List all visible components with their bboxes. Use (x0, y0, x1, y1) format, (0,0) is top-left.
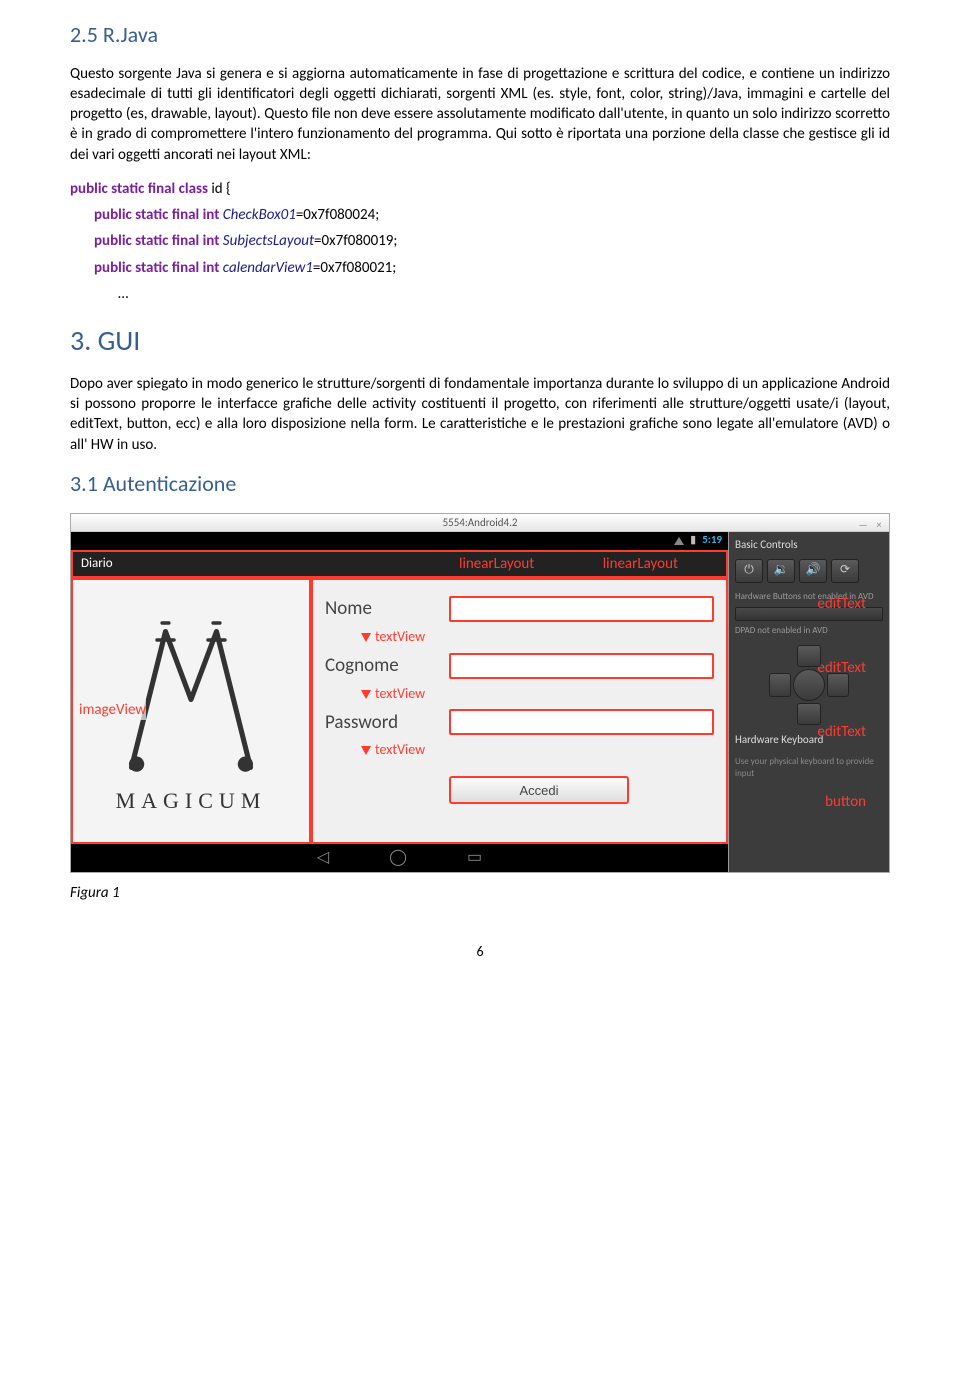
power-icon[interactable]: ⏻ (735, 559, 763, 583)
window-title: 5554:Android4.2 (443, 516, 518, 529)
nome-label: Nome (325, 596, 435, 622)
code-text: =0x7f080024; (296, 206, 379, 224)
dpad-down-button[interactable] (797, 703, 821, 725)
battery-icon: ▮ (690, 533, 696, 548)
window-titlebar: 5554:Android4.2 — × (71, 514, 889, 532)
code-var: SubjectsLayout (223, 232, 314, 250)
emulator-window: 5554:Android4.2 — × ▮ 5:19 Diario linear… (70, 513, 890, 873)
recent-icon[interactable]: ▭ (467, 847, 482, 869)
close-icon[interactable]: × (873, 516, 885, 528)
app-title: Diario (81, 555, 113, 573)
code-var: calendarView1 (223, 259, 313, 277)
textview-annotation-1: textView (361, 628, 714, 647)
code-text: =0x7f080021; (313, 259, 396, 277)
keyword: public static final int (94, 206, 223, 224)
dpad-control (769, 645, 849, 725)
code-ellipsis: … (118, 284, 890, 304)
cognome-input[interactable] (449, 653, 714, 679)
rotate-icon[interactable]: ⟳ (831, 559, 859, 583)
signal-icon (674, 537, 684, 545)
linearlayout-annotation-1: linearLayout (603, 554, 678, 574)
nome-input[interactable] (449, 596, 714, 622)
pencils-logo-icon (106, 606, 276, 776)
dpad-center-button[interactable] (793, 669, 825, 701)
emulator-figure: 5554:Android4.2 — × ▮ 5:19 Diario linear… (70, 513, 890, 873)
section-3-title: 3. GUI (70, 322, 890, 360)
cognome-label: Cognome (325, 653, 435, 679)
content-area: imageView MAGICUM (71, 578, 728, 844)
app-actionbar: Diario linearLayout (71, 550, 728, 578)
android-statusbar: ▮ 5:19 (71, 532, 728, 550)
dpad-up-button[interactable] (797, 645, 821, 667)
android-screen: ▮ 5:19 Diario linearLayout imageView (71, 532, 729, 872)
password-input[interactable] (449, 709, 714, 735)
keyword: public static final class (70, 180, 211, 198)
android-navbar: ◁ ◯ ▭ (71, 844, 728, 872)
figure-caption: Figura 1 (70, 883, 890, 903)
keyword: public static final int (94, 232, 223, 250)
textview-annotation-3: textView (361, 741, 714, 760)
code-var: CheckBox01 (223, 206, 296, 224)
emulator-sidepanel: Basic Controls ⏻ 🔉 🔊 ⟳ Hardware Buttons … (729, 532, 889, 872)
section-2-5-paragraph: Questo sorgente Java si genera e si aggi… (70, 64, 890, 165)
code-line-3: public static final int SubjectsLayout=0… (94, 231, 890, 251)
arrow-down-icon (361, 746, 371, 755)
section-2-5-title: 2.5 R.Java (70, 20, 890, 50)
arrow-down-icon (361, 633, 371, 642)
code-text: =0x7f080019; (314, 232, 397, 250)
dpad-note: DPAD not enabled in AVD (735, 625, 883, 637)
basic-controls-title: Basic Controls (735, 538, 883, 553)
section-3-1-title: 3.1 Autenticazione (70, 469, 890, 499)
dpad-right-button[interactable] (827, 673, 849, 697)
dpad-left-button[interactable] (769, 673, 791, 697)
volume-down-icon[interactable]: 🔉 (767, 559, 795, 583)
keyword: public static final int (94, 259, 223, 277)
code-line-4: public static final int calendarView1=0x… (94, 258, 890, 278)
edittext-annotation-1: editText (817, 594, 866, 614)
imageview-container: imageView MAGICUM (71, 578, 311, 844)
linearlayout-annotation-2: linearLayout (459, 554, 534, 574)
code-text: id { (211, 180, 230, 198)
arrow-down-icon (361, 690, 371, 699)
textview-annotation-2: textView (361, 685, 714, 704)
button-annotation: button (825, 792, 866, 812)
magicum-text: MAGICUM (116, 786, 267, 816)
hw-keyboard-sub: Use your physical keyboard to provide in… (735, 756, 883, 780)
back-icon[interactable]: ◁ (317, 847, 329, 869)
form-container: linearLayout Nome textView editText Cogn… (311, 578, 728, 844)
code-line-1: public static final class id { (70, 179, 890, 199)
clock-text: 5:19 (702, 533, 722, 548)
code-line-2: public static final int CheckBox01=0x7f0… (94, 205, 890, 225)
imageview-annotation: imageView (79, 700, 146, 720)
accedi-button[interactable]: Accedi (449, 776, 629, 804)
minimize-icon[interactable]: — (857, 516, 869, 528)
section-3-paragraph: Dopo aver spiegato in modo generico le s… (70, 374, 890, 455)
password-label: Password (325, 710, 435, 736)
page-number: 6 (70, 943, 890, 962)
home-icon[interactable]: ◯ (389, 847, 407, 869)
volume-up-icon[interactable]: 🔊 (799, 559, 827, 583)
